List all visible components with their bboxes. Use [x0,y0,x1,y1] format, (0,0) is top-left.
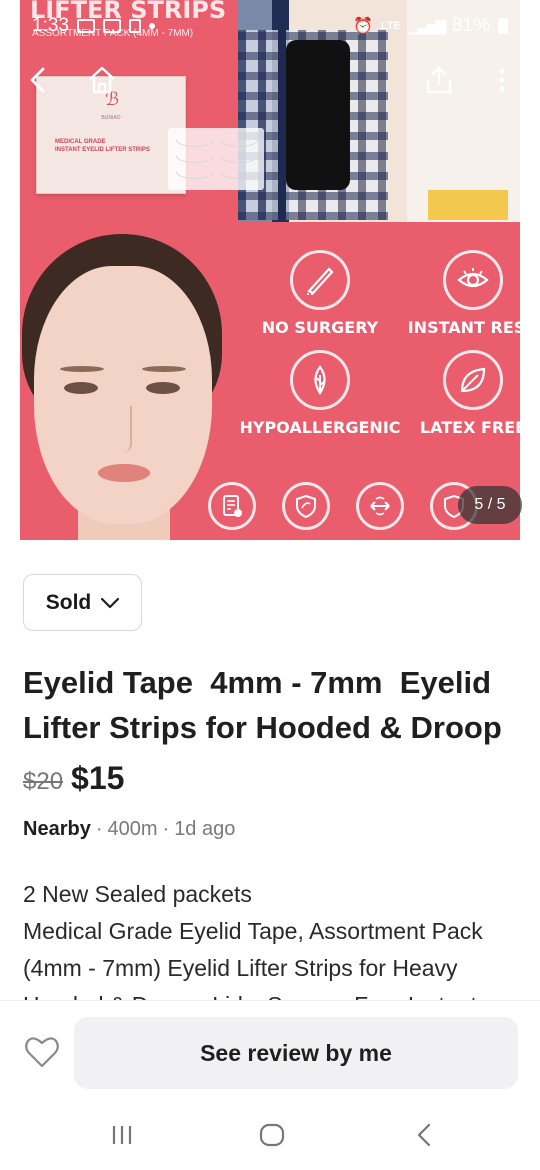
back-arrow-icon [30,67,45,93]
posted-time: 1d ago [174,818,236,840]
listing-meta: Nearby · 400m · 1d ago [23,818,235,841]
status-dropdown[interactable]: Sold [23,574,142,631]
home-button[interactable] [80,58,124,102]
home-circle-icon [259,1123,285,1147]
feature-instant-results: INSTANT RESU [383,250,520,337]
recents-button[interactable] [102,1120,142,1150]
listing-description: 2 New Sealed packets Medical Grade Eyeli… [23,876,523,1000]
description-line: 2 New Sealed packets [23,881,252,907]
battery-label: 81% [451,15,490,36]
feature-latex-free: LATEX FREE [383,350,520,437]
document-check-icon [208,482,256,530]
system-home-button[interactable] [252,1120,292,1150]
stretch-arrows-icon [356,482,404,530]
price-row: $20 $15 [23,760,124,797]
back-chevron-icon [417,1123,431,1147]
original-price: $20 [23,768,64,795]
badge-row [208,482,478,530]
listing-title: Eyelid Tape 4mm - 7mm Eyelid Lifter Stri… [23,665,502,745]
separator-dot: · [162,818,170,840]
status-dropdown-value: Sold [45,590,92,614]
eye-icon [443,250,503,310]
more-notifications-icon [148,23,155,29]
share-button[interactable] [417,58,461,102]
leaf-drop-icon [290,350,350,410]
system-navigation-bar [0,1100,540,1170]
battery-icon [498,18,508,34]
scalpel-icon [290,250,350,310]
shield-leaf-icon [282,482,330,530]
notification-icon [128,19,141,33]
recents-icon [112,1126,132,1144]
bottom-action-bar: See review by me [0,1000,540,1100]
home-icon [89,66,115,94]
gallery-icon [76,19,95,33]
back-button[interactable] [16,58,60,102]
feature-label: INSTANT RESU [407,318,520,337]
listing-page: LIFTER STRIPS ASSORTMENT PACK (4MM - 7MM… [0,0,540,1170]
card-line-1: MEDICAL GRADE [55,139,106,145]
signal-icon: ▁▃▅▇ [408,17,446,34]
system-back-button[interactable] [404,1120,444,1150]
photo-counter: 5 / 5 [458,486,522,524]
separator-dot: · [95,818,103,840]
status-bar: 1:33 ⏰ LTE ▁▃▅▇ 81% [0,0,540,52]
more-vertical-icon [499,68,505,92]
more-button[interactable] [480,58,524,102]
calendar-icon [102,19,121,33]
status-time: 1:33 [32,15,69,36]
card-brand: BUNIAO [101,115,121,121]
chevron-down-icon [101,597,120,608]
location-label[interactable]: Nearby [23,818,91,841]
description-line: Medical Grade Eyelid Tape, Assortment Pa… [23,918,483,981]
distance-label: 400m [107,818,158,840]
feature-label: LATEX FREE [419,418,520,437]
current-price: $15 [71,760,125,796]
see-review-button[interactable]: See review by me [74,1017,518,1089]
heart-icon[interactable] [24,1035,60,1069]
description-line: Hooded & Droopy Lids, Surgery Free Insta… [23,987,523,1000]
strips-sample [168,128,264,190]
alarm-icon: ⏰ [353,18,373,35]
share-icon [426,66,452,94]
leaf-icon [443,350,503,410]
card-line-2: INSTANT EYELID LIFTER STRIPS [55,147,150,153]
network-label: LTE [380,20,401,32]
